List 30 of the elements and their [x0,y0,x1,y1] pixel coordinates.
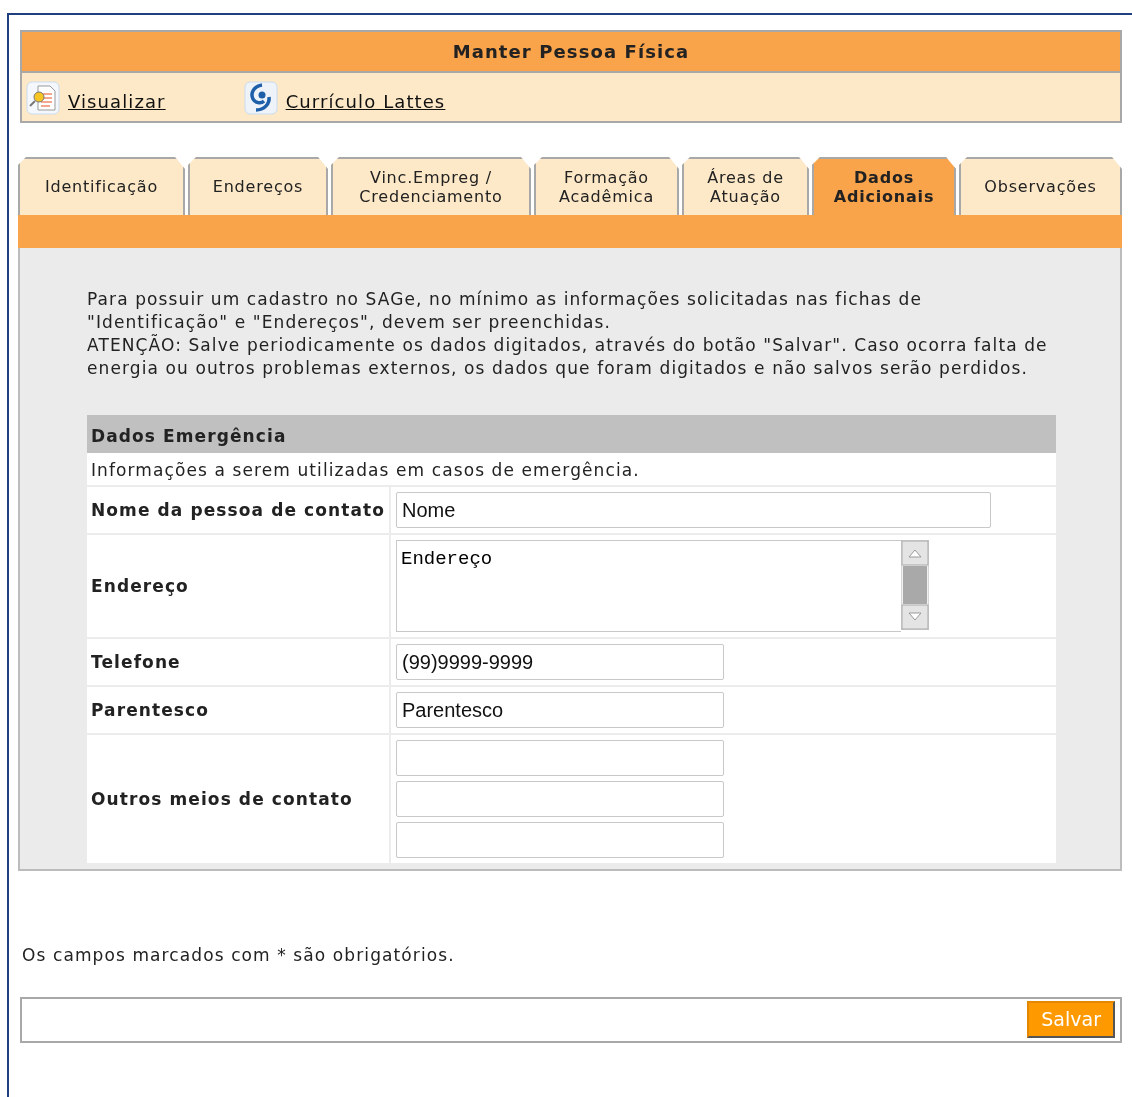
tab[interactable]: Endereços [188,157,328,215]
input-field[interactable] [396,822,724,858]
link[interactable]: Visualizar [68,88,166,115]
input-field[interactable]: Parentesco [396,692,724,728]
tab[interactable]: Identificação [18,157,185,215]
input-field[interactable] [396,781,724,817]
tab[interactable]: Formação Acadêmica [534,157,679,215]
text-area[interactable]: Endereço [396,540,901,632]
tab[interactable]: Dados Adicionais [812,157,956,215]
input-field[interactable]: (99)9999-9999 [396,644,724,680]
tab[interactable]: Vinc.Empreg / Credenciamento [331,157,531,215]
swirl-icon [243,81,278,115]
page-title: Manter Pessoa Física [22,32,1120,73]
field-label: Endereço [87,535,391,637]
field-label: Telefone [87,639,391,685]
field-label: Outros meios de contato [87,735,391,863]
intro-text: Para possuir um cadastro no SAGe, no mínimo as informações solicitadas nas fichas de "Identificação" e "Endereços", devem ser preenchidas. [87,288,923,334]
input-field[interactable]: Nome [396,492,991,528]
field-label: Nome da pessoa de contato [87,487,391,533]
link[interactable]: Currículo Lattes [285,88,446,115]
tab[interactable]: Observações [959,157,1122,215]
intro-text: ATENÇÃO: Salve periodicamente os dados digitados, através do botão "Salvar". Caso ocorra falta de energia ou outros problemas externos, os dados que foram digitados e não salvos serão perdidos. [87,334,1049,380]
document-magnifier-icon [26,81,60,115]
field-label: Parentesco [87,687,391,733]
section-title: Dados Emergência [87,415,1056,453]
required-note: Os campos marcados com * são obrigatórios. [22,944,456,967]
tab[interactable]: Áreas de Atuação [682,157,809,215]
input-field[interactable] [396,740,724,776]
scrollbar[interactable] [901,540,929,632]
section-description: Informações a serem utilizadas em casos de emergência. [87,452,1056,487]
